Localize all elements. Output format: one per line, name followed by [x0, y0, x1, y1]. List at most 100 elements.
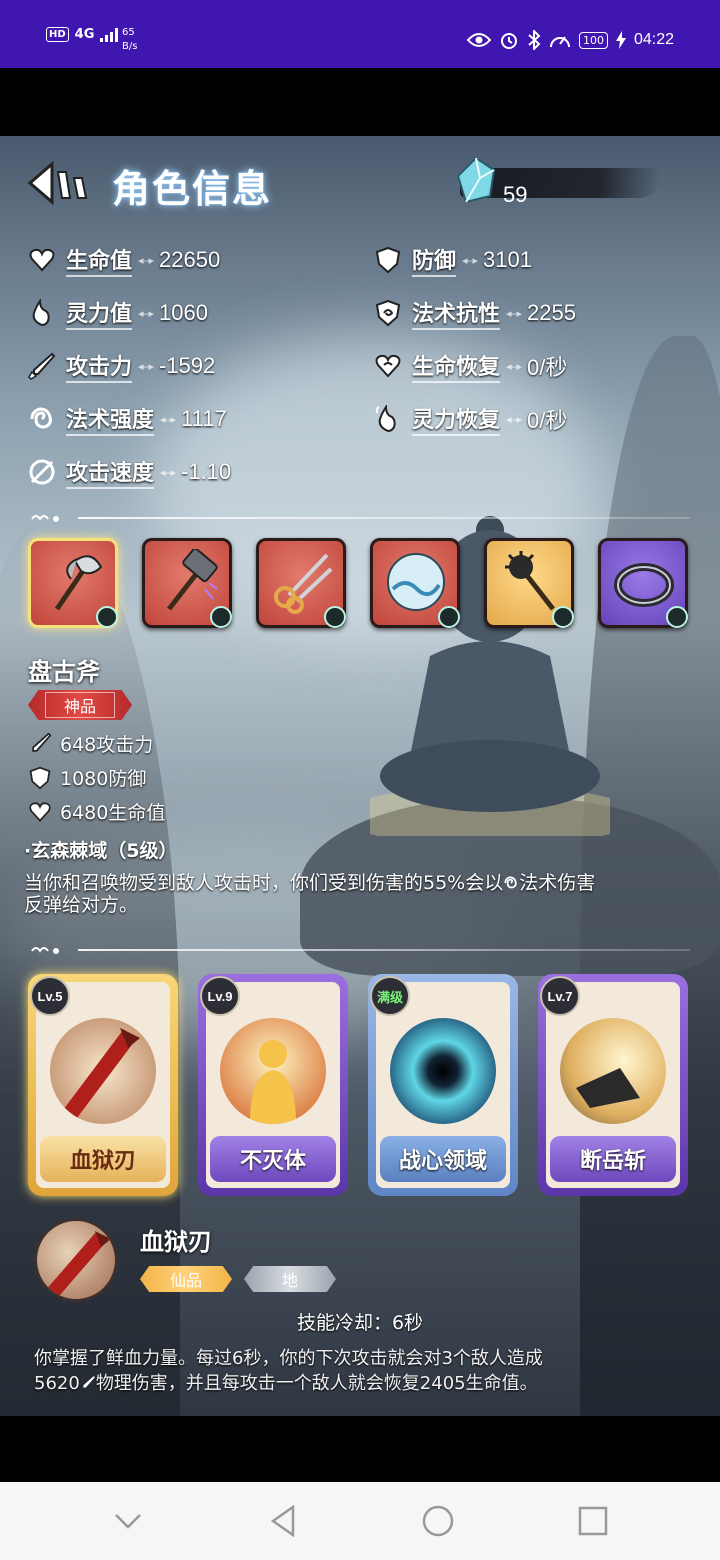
item-stat-hp: 6480生命值: [28, 798, 165, 825]
back-triangle-icon: [270, 1505, 294, 1537]
skill-desc-text: 反弹给对方。: [24, 894, 139, 916]
stat-arrow-icon: ◂--▸: [506, 412, 522, 426]
equip-slot-hammer[interactable]: [142, 538, 232, 628]
stat-value: 0/秒: [527, 355, 568, 380]
nav-home-button[interactable]: [418, 1501, 458, 1541]
skill-cooldown: 技能冷却：6秒: [296, 1312, 424, 1334]
stat-hp-regen: 生命恢复 ◂--▸ 0/秒: [374, 346, 567, 386]
cloud-ornament-icon: [31, 947, 59, 954]
stat-label: 生命值: [66, 243, 133, 277]
skill-level-badge: Lv.9: [200, 976, 240, 1016]
skill-detail-description: 你掌握了鲜血力量。每过6秒，你的下次攻击就会对3个敌人造成 5620 物理伤害，并…: [34, 1346, 694, 1396]
stat-value: -1.10: [181, 459, 232, 484]
stat-attack-speed: 攻击速度 ◂--▸ -1.10: [28, 452, 231, 492]
equip-slot-ring[interactable]: [598, 538, 688, 628]
upgrade-swirl-icon: [438, 606, 460, 628]
equip-slot-orb[interactable]: [370, 538, 460, 628]
stat-magic-resist: 法术抗性 ◂--▸ 2255: [374, 293, 576, 333]
divider-line: [78, 949, 690, 951]
stat-label: 灵力恢复: [412, 402, 501, 436]
equip-slot-mace[interactable]: [484, 538, 574, 628]
skill-detail-avatar: [34, 1218, 118, 1302]
skill-detail-number: 5620: [34, 1373, 80, 1394]
item-stat-text: 6480生命值: [60, 802, 166, 824]
status-right: 100 04:22: [466, 30, 674, 50]
item-skill-title: ·玄森棘域（5级）: [24, 840, 178, 862]
skill-desc-text: 法术伤害: [519, 872, 596, 894]
skill-detail-name: 血狱刃: [140, 1228, 212, 1256]
stat-value: 2255: [527, 300, 576, 325]
stat-mana: 灵力值 ◂--▸ 1060: [28, 293, 208, 333]
network-indicator: 4G: [74, 26, 95, 42]
home-circle-icon: [422, 1505, 453, 1537]
header: 角色信息 59: [0, 136, 720, 226]
upgrade-swirl-icon: [666, 606, 688, 628]
nav-collapse-button[interactable]: [108, 1501, 148, 1541]
item-stat-defense: 1080防御: [28, 764, 146, 791]
skill-detail-text: 物理伤害，并且每攻击一个敌人就会恢复2405生命值。: [95, 1373, 538, 1394]
attack-speed-icon: [29, 459, 55, 485]
game-screen: 角色信息 59 生命值 ◂--▸ 22650 防御 ◂--▸ 3101 灵力值 …: [0, 136, 720, 1416]
skill-level-badge: Lv.7: [540, 976, 580, 1016]
top-letterbox: [0, 68, 720, 136]
stat-arrow-icon: ◂--▸: [462, 253, 478, 267]
mace-icon: [505, 551, 555, 611]
ring-icon: [614, 563, 674, 607]
stat-value: 0/秒: [527, 408, 568, 433]
section-divider: [30, 942, 690, 958]
scissors-icon: [274, 553, 333, 614]
speedometer-icon: [549, 36, 570, 48]
stat-mana-regen: 灵力恢复 ◂--▸ 0/秒: [374, 399, 567, 439]
shield-icon: [29, 766, 51, 789]
back-button[interactable]: [26, 160, 90, 206]
upgrade-swirl-icon: [96, 606, 118, 628]
stat-arrow-icon: ◂--▸: [160, 412, 176, 426]
stat-label: 法术抗性: [412, 296, 501, 330]
skill-card-name: 不灭体: [210, 1136, 336, 1182]
skill-card-immortal-body[interactable]: Lv.9 不灭体: [198, 974, 348, 1196]
orb-icon: [387, 553, 445, 611]
item-stat-text: 648攻击力: [60, 734, 154, 756]
item-stat-attack: 648攻击力: [28, 730, 153, 757]
speed-unit: B/s: [122, 41, 138, 52]
equipment-row: [28, 538, 688, 628]
skill-card-blood-blade[interactable]: Lv.5 血狱刃: [28, 974, 178, 1196]
stat-label: 生命恢复: [412, 349, 501, 383]
stat-arrow-icon: ◂--▸: [506, 306, 522, 320]
nav-recents-button[interactable]: [573, 1501, 613, 1541]
upgrade-swirl-icon: [324, 606, 346, 628]
signal-icon: [100, 28, 119, 42]
status-bar: HD 4G 65 B/s 100 04:22: [0, 0, 720, 68]
shield-icon: [375, 246, 401, 274]
skill-rank-tag: 仙品: [140, 1266, 232, 1292]
skill-card-name: 断岳斩: [550, 1136, 676, 1182]
stat-label: 攻击力: [66, 349, 133, 383]
upgrade-swirl-icon: [552, 606, 574, 628]
currency-display: 59: [440, 150, 660, 212]
item-grade-badge: 神品: [28, 690, 132, 720]
stat-value: 22650: [159, 247, 221, 272]
item-grade-label: 神品: [44, 692, 115, 718]
eye-icon: [466, 33, 491, 47]
stat-value: 1117: [181, 406, 227, 431]
upgrade-swirl-icon: [210, 606, 232, 628]
skill-card-mountain-slash[interactable]: Lv.7 断岳斩: [538, 974, 688, 1196]
system-nav-bar: [0, 1482, 720, 1560]
skill-card-name: 血狱刃: [40, 1136, 166, 1182]
sword-small-icon: [83, 1376, 95, 1388]
sword-icon: [28, 352, 56, 380]
stat-arrow-icon: ◂--▸: [160, 465, 176, 479]
heart-regen-icon: [375, 354, 401, 378]
recents-square-icon: [578, 1506, 607, 1536]
alarm-icon: [500, 33, 517, 49]
item-stat-text: 1080防御: [60, 768, 147, 790]
nav-back-button[interactable]: [263, 1501, 303, 1541]
equip-slot-scissors[interactable]: [256, 538, 346, 628]
immortal-body-art-icon: [220, 1018, 326, 1124]
skill-card-battle-domain[interactable]: 满级 战心领域: [368, 974, 518, 1196]
item-name: 盘古斧: [28, 658, 100, 686]
mountain-slash-art-icon: [560, 1018, 666, 1124]
equip-slot-axe[interactable]: [28, 538, 118, 628]
clock: 04:22: [633, 31, 674, 48]
heart-icon: [29, 801, 51, 822]
